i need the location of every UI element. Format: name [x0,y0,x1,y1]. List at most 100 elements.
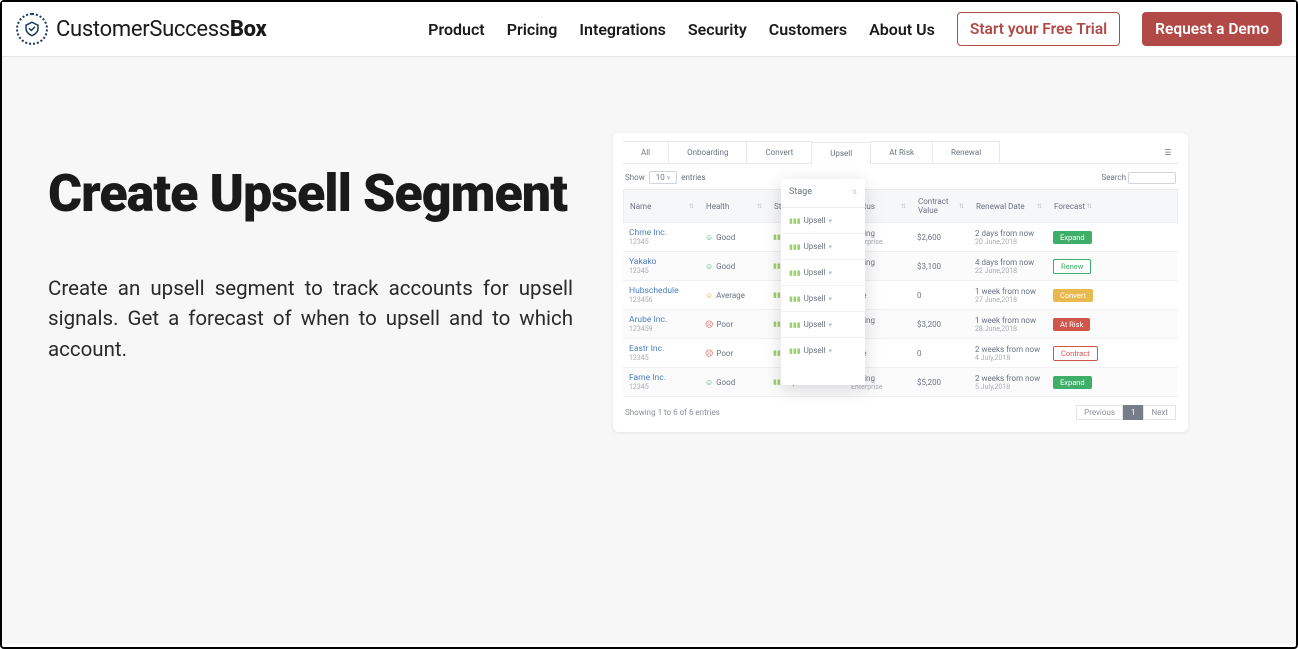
forecast-badge: Convert [1053,289,1093,302]
search-wrap: Search [1101,172,1176,184]
hero-section: Create Upsell Segment Create an upsell s… [2,57,1296,644]
search-label: Search [1101,173,1126,182]
account-name[interactable]: Hubschedule [629,286,693,296]
health-label: Poor [716,349,733,358]
panel-footer: Showing 1 to 6 of 6 entries Previous 1 N… [623,397,1178,420]
chevron-down-icon: ▾ [829,217,833,225]
nav-product[interactable]: Product [428,20,485,39]
cell-forecast: Expand [1047,226,1097,249]
stage-option[interactable]: ▮▮▮Upsell▾ [781,234,865,260]
entries-select[interactable]: 10 ▾ [649,171,678,184]
table-row[interactable]: Chme Inc.12345☺Good▮▮▮Upsell▾PayingEnter… [623,223,1178,252]
show-label: Show [625,173,645,182]
page-1[interactable]: 1 [1123,405,1144,420]
entries-label: entries [681,173,705,182]
sort-icon: ⇅ [901,203,906,210]
tab-convert[interactable]: Convert [746,141,812,163]
panel-tabs: All Onboarding Convert Upsell At Risk Re… [623,141,1178,164]
health-icon: ☹ [705,320,713,329]
brand[interactable]: CustomerSuccessBox [16,13,267,45]
brand-logo-icon [16,13,48,45]
hero-copy: Create Upsell Segment Create an upsell s… [48,127,573,366]
tab-renewal[interactable]: Renewal [932,141,1000,163]
table-header: Name⇅ Health⇅ Stage⇅ Status⇅ Contract Va… [623,189,1178,223]
stage-option[interactable]: ▮▮▮Upsell▾ [781,260,865,286]
col-forecast[interactable]: Forecast⇅ [1048,195,1098,218]
cell-cv: $5,200 [911,373,969,392]
health-label: Good [716,233,735,242]
tab-onboarding[interactable]: Onboarding [668,141,747,163]
account-name[interactable]: Arube Inc. [629,315,693,325]
segment-panel: All Onboarding Convert Upsell At Risk Re… [613,133,1188,432]
popover-header: Stage⇅ [781,179,865,208]
forecast-badge: Expand [1053,231,1092,244]
health-icon: ☹ [705,349,713,358]
page-prev[interactable]: Previous [1076,405,1123,420]
account-name[interactable]: Yakako [629,257,693,267]
health-label: Good [716,262,735,271]
health-icon: ☺ [705,378,713,387]
nav-about[interactable]: About Us [869,20,935,39]
cell-health: ☺Good [699,257,767,276]
cell-cv: $3,100 [911,257,969,276]
signal-icon: ▮▮▮ [789,243,801,251]
search-input[interactable] [1128,172,1176,184]
account-id: 123459 [629,325,693,333]
hamburger-icon[interactable]: ☰ [1158,148,1178,157]
nav-security[interactable]: Security [688,20,747,39]
stage-option[interactable]: ▮▮▮Upsell▾ [781,286,865,312]
sort-icon: ⇅ [1087,203,1092,210]
col-cv[interactable]: Contract Value⇅ [912,190,970,222]
nav-customers[interactable]: Customers [769,20,847,39]
cell-forecast: At Risk [1047,313,1097,336]
account-name[interactable]: Fame Inc. [629,373,693,383]
nav-integrations[interactable]: Integrations [579,20,665,39]
tab-all[interactable]: All [623,141,669,163]
tab-atrisk[interactable]: At Risk [870,141,933,163]
health-label: Average [716,291,745,300]
sort-icon: ⇅ [959,203,964,210]
chevron-down-icon: ▾ [829,295,833,303]
table-row[interactable]: Fame Inc.12345☺Good▮▮▮Upsell▾PayingEnter… [623,368,1178,397]
cell-name: Arube Inc.123459 [623,310,699,338]
start-trial-button[interactable]: Start your Free Trial [957,12,1120,46]
cell-cv: $3,200 [911,315,969,334]
cell-renew: 1 week from now28 June,2018 [969,311,1047,338]
col-health[interactable]: Health⇅ [700,195,768,218]
chevron-down-icon: ▾ [829,347,833,355]
hero-title: Create Upsell Segment [48,167,573,222]
forecast-badge: At Risk [1053,318,1090,331]
cell-renew: 2 weeks from now5 July,2018 [969,369,1047,396]
nav-pricing[interactable]: Pricing [507,20,558,39]
cell-cv: 0 [911,344,969,363]
tab-upsell[interactable]: Upsell [811,142,871,164]
signal-icon: ▮▮▮ [789,295,801,303]
cell-health: ☹Poor [699,315,767,334]
account-id: 12345 [629,383,693,391]
account-id: 12345 [629,267,693,275]
table-row[interactable]: Eastr Inc.12345☹Poor▮▮▮Upsell▾Free02 wee… [623,339,1178,368]
page-next[interactable]: Next [1143,405,1176,420]
stage-option[interactable]: ▮▮▮Upsell▾ [781,312,865,338]
account-name[interactable]: Chme Inc. [629,228,693,238]
cell-name: Hubschedule123456 [623,281,699,309]
account-name[interactable]: Eastr Inc. [629,344,693,354]
table-row[interactable]: Hubschedule123456☺Average▮▮▮Upsell▾Free0… [623,281,1178,310]
sort-icon: ⇅ [1037,203,1042,210]
pagination: Previous 1 Next [1076,405,1176,420]
signal-icon: ▮▮▮ [789,217,801,225]
stage-popover: Stage⇅ ▮▮▮Upsell▾▮▮▮Upsell▾▮▮▮Upsell▾▮▮▮… [781,179,865,385]
col-name[interactable]: Name⇅ [624,195,700,218]
stage-option[interactable]: ▮▮▮Upsell▾ [781,208,865,234]
table-row[interactable]: Arube Inc.123459☹Poor▮▮▮Upsell▾PayingPro… [623,310,1178,339]
account-id: 12345 [629,238,693,246]
cell-health: ☺Average [699,286,767,305]
table-row[interactable]: Yakako12345☺Good▮▮▮Upsell▾PayingPro$3,10… [623,252,1178,281]
chevron-down-icon: ▾ [829,243,833,251]
chevron-down-icon: ▾ [829,321,833,329]
request-demo-button[interactable]: Request a Demo [1142,12,1282,46]
col-renew[interactable]: Renewal Date⇅ [970,195,1048,218]
cell-cv: 0 [911,286,969,305]
forecast-badge: Contract [1053,346,1098,361]
stage-option[interactable]: ▮▮▮Upsell▾ [781,338,865,385]
